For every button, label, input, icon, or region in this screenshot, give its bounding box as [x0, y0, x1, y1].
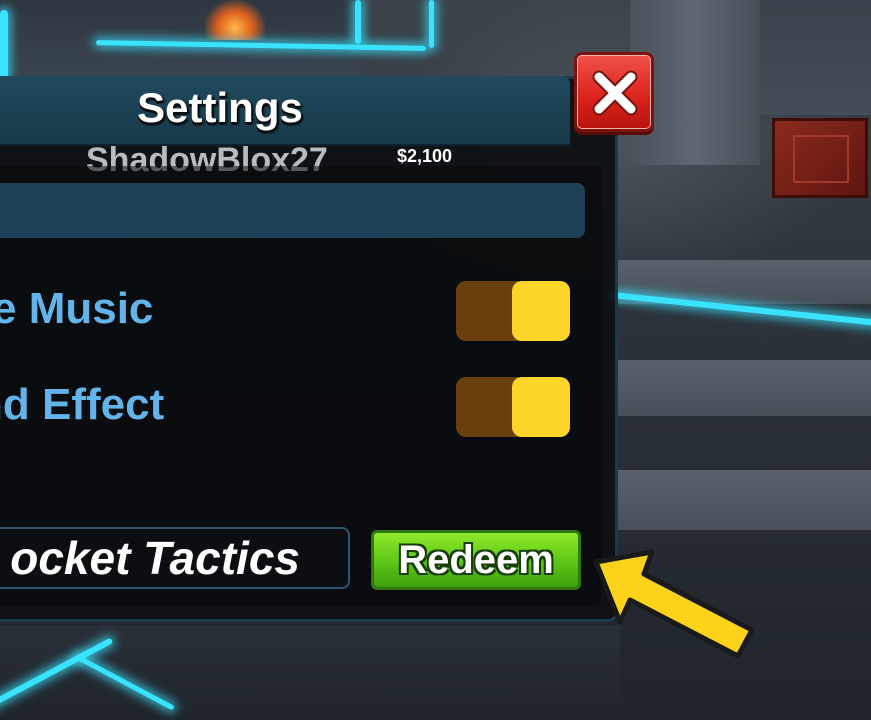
stone-step: [611, 360, 871, 416]
player-cash: $2,100: [397, 146, 453, 166]
close-button[interactable]: [574, 52, 654, 132]
sound-effect-toggle[interactable]: [456, 377, 570, 437]
redeem-code-input[interactable]: [0, 527, 350, 589]
neon-light: [355, 0, 361, 44]
settings-bar: [0, 183, 585, 238]
floor: [0, 625, 620, 720]
torch-fire: [205, 0, 265, 40]
neon-light: [429, 0, 434, 48]
music-setting-label: e Music: [0, 284, 154, 333]
music-toggle[interactable]: [456, 281, 570, 341]
back-wall: [0, 0, 360, 80]
stone-step: [611, 470, 871, 530]
neon-light: [0, 10, 8, 80]
stone-wall: [760, 0, 871, 115]
redeem-button[interactable]: Redeem: [371, 530, 581, 590]
sound-effect-setting-label: nd Effect: [0, 380, 165, 429]
toggle-knob: [512, 377, 570, 437]
panel-title: Settings: [137, 84, 303, 131]
toggle-knob: [512, 281, 570, 341]
close-x-icon: [592, 70, 638, 116]
red-crate: [772, 118, 868, 198]
yellow-arrow-icon: [593, 549, 755, 659]
